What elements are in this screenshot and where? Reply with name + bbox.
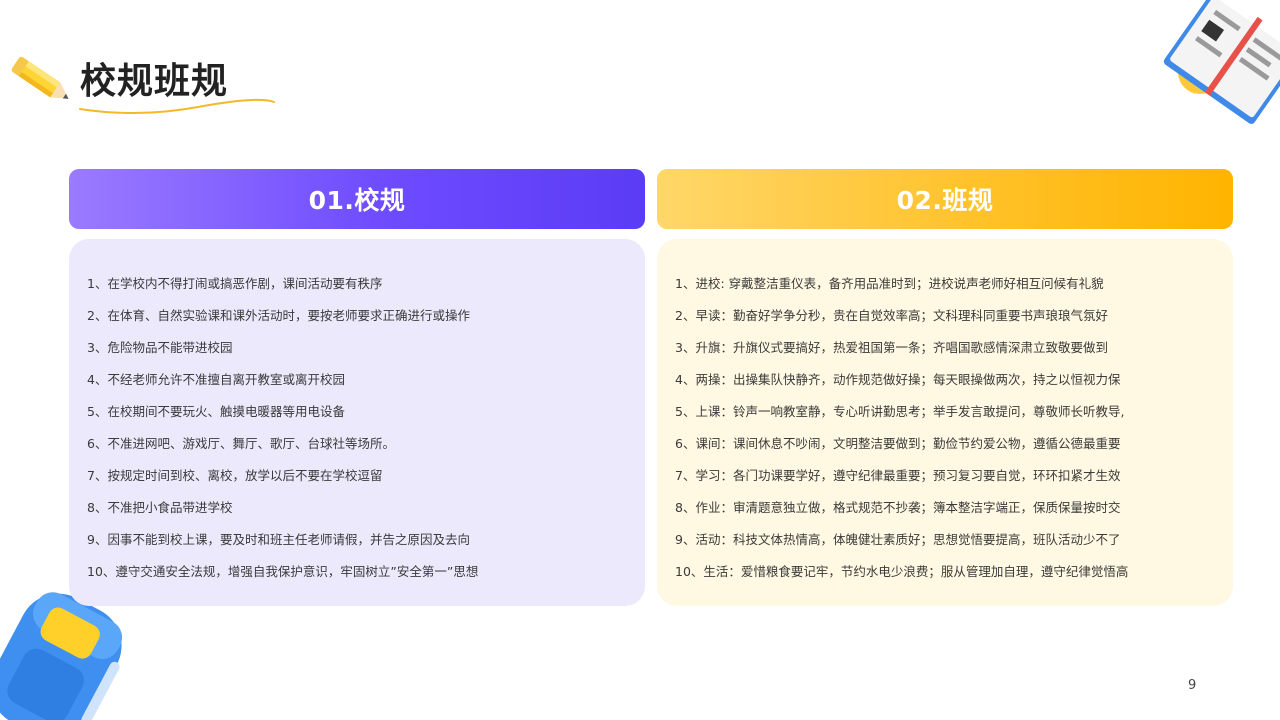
pencil-icon bbox=[11, 56, 69, 99]
school-rules-panel: 1、在学校内不得打闹或搞恶作剧，课间活动要有秩序 2、在体育、自然实验课和课外活… bbox=[69, 239, 645, 606]
list-item: 9、因事不能到校上课，要及时和班主任老师请假，并告之原因及去向 bbox=[87, 532, 470, 547]
list-item: 8、不准把小食品带进学校 bbox=[87, 500, 233, 515]
list-item: 10、生活：爱惜粮食要记牢，节约水电少浪费；服从管理加自理，遵守纪律觉悟高 bbox=[675, 564, 1129, 579]
title-underline bbox=[79, 98, 275, 115]
list-item: 6、课间：课间休息不吵闹，文明整洁要做到；勤俭节约爱公物，遵循公德最重要 bbox=[675, 436, 1121, 451]
list-item: 6、不准进网吧、游戏厅、舞厅、歌厅、台球社等场所。 bbox=[87, 436, 395, 451]
list-item: 2、早读：勤奋好学争分秒，贵在自觉效率高；文科理科同重要书声琅琅气氛好 bbox=[675, 308, 1108, 323]
list-item: 5、在校期间不要玩火、触摸电暖器等用电设备 bbox=[87, 404, 345, 419]
list-item: 1、进校: 穿戴整洁重仪表，备齐用品准时到；进校说声老师好相互问候有礼貌 bbox=[675, 276, 1104, 291]
class-rules-header: 02.班规 bbox=[657, 169, 1233, 229]
list-item: 7、学习：各门功课要学好，遵守纪律最重要；预习复习要自觉，环环扣紧才生效 bbox=[675, 468, 1121, 483]
school-rules-header: 01.校规 bbox=[69, 169, 645, 229]
class-rules-list: 1、进校: 穿戴整洁重仪表，备齐用品准时到；进校说声老师好相互问候有礼貌 2、早… bbox=[675, 268, 1233, 588]
school-rules-list: 1、在学校内不得打闹或搞恶作剧，课间活动要有秩序 2、在体育、自然实验课和课外活… bbox=[87, 268, 645, 588]
list-item: 3、升旗：升旗仪式要搞好，热爱祖国第一条；齐唱国歌感情深肃立致敬要做到 bbox=[675, 340, 1108, 355]
list-item: 2、在体育、自然实验课和课外活动时，要按老师要求正确进行或操作 bbox=[87, 308, 470, 323]
list-item: 7、按规定时间到校、离校，放学以后不要在学校逗留 bbox=[87, 468, 383, 483]
list-item: 10、遵守交通安全法规，增强自我保护意识，牢固树立”安全第一”思想 bbox=[87, 564, 479, 579]
list-item: 5、上课：铃声一响教室静，专心听讲勤思考；举手发言敢提问，尊敬师长听教导, bbox=[675, 404, 1125, 419]
list-item: 9、活动：科技文体热情高，体魄健壮素质好；思想觉悟要提高，班队活动少不了 bbox=[675, 532, 1121, 547]
class-rules-panel: 1、进校: 穿戴整洁重仪表，备齐用品准时到；进校说声老师好相互问候有礼貌 2、早… bbox=[657, 239, 1233, 606]
list-item: 1、在学校内不得打闹或搞恶作剧，课间活动要有秩序 bbox=[87, 276, 383, 291]
list-item: 4、两操：出操集队快静齐，动作规范做好操；每天眼操做两次，持之以恒视力保 bbox=[675, 372, 1121, 387]
page-number: 9 bbox=[1188, 678, 1197, 693]
list-item: 8、作业：审清题意独立做，格式规范不抄袭；簿本整洁字端正，保质保量按时交 bbox=[675, 500, 1121, 515]
slide: 校规班规 01.校规 1、在学校内不得打闹或搞恶作剧，课间活动要有秩序 2、在体… bbox=[0, 0, 1280, 720]
list-item: 3、危险物品不能带进校园 bbox=[87, 340, 233, 355]
open-book-icon bbox=[1163, 0, 1280, 124]
list-item: 4、不经老师允许不准擅自离开教室或离开校园 bbox=[87, 372, 345, 387]
